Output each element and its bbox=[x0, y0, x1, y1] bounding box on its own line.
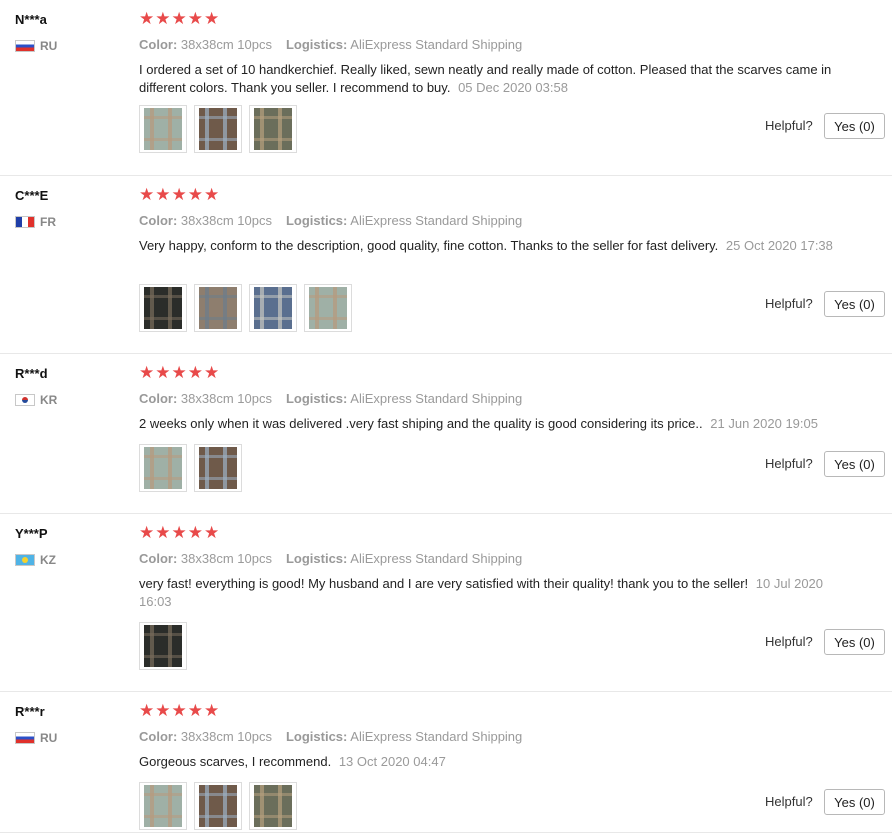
helpful-label: Helpful? bbox=[765, 794, 813, 809]
fr-flag-icon bbox=[15, 216, 35, 228]
product-attributes: Color: 38x38cm 10pcs Logistics: AliExpres… bbox=[139, 551, 522, 566]
country-code: KR bbox=[40, 393, 58, 407]
review-date: 05 Dec 2020 03:58 bbox=[458, 80, 568, 95]
color-value: 38x38cm 10pcs bbox=[180, 551, 272, 566]
review-text: I ordered a set of 10 handkerchief. Real… bbox=[139, 61, 859, 97]
review-date: 13 Oct 2020 04:47 bbox=[338, 754, 446, 769]
review-item: N***a RU ★★★★★ Color: 38x38cm 10pcs Logistic… bbox=[0, 0, 892, 176]
reviewer-country: KR bbox=[15, 393, 57, 407]
product-attributes: Color: 38x38cm 10pcs Logistics: AliExpres… bbox=[139, 729, 522, 744]
ru-flag-icon bbox=[15, 732, 35, 744]
review-photos bbox=[139, 782, 304, 830]
kz-flag-icon bbox=[15, 554, 35, 566]
color-value: 38x38cm 10pcs bbox=[180, 391, 272, 406]
review-photo-thumbnail[interactable] bbox=[139, 284, 187, 332]
color-label: Color: bbox=[139, 391, 178, 406]
helpful-yes-button[interactable]: Yes (0) bbox=[824, 113, 885, 139]
review-photo-thumbnail[interactable] bbox=[249, 782, 297, 830]
color-label: Color: bbox=[139, 729, 178, 744]
reviewer-name: R***r bbox=[15, 704, 45, 719]
review-photo-thumbnail[interactable] bbox=[139, 105, 187, 153]
review-text: Very happy, conform to the description, … bbox=[139, 237, 859, 255]
color-label: Color: bbox=[139, 551, 178, 566]
review-item: R***d KR ★★★★★ Color: 38x38cm 10pcs Logistic… bbox=[0, 354, 892, 514]
country-code: KZ bbox=[40, 553, 56, 567]
helpful-label: Helpful? bbox=[765, 634, 813, 649]
logistics-label: Logistics: bbox=[285, 37, 348, 52]
review-body: very fast! everything is good! My husban… bbox=[139, 576, 749, 591]
logistics-value: AliExpress Standard Shipping bbox=[350, 213, 523, 228]
star-rating: ★★★★★ bbox=[139, 185, 221, 204]
color-label: Color: bbox=[139, 37, 178, 52]
reviewer-country: KZ bbox=[15, 553, 56, 567]
review-text: 2 weeks only when it was delivered .very… bbox=[139, 415, 859, 433]
logistics-value: AliExpress Standard Shipping bbox=[350, 551, 523, 566]
review-photo-thumbnail[interactable] bbox=[139, 782, 187, 830]
reviewer-country: FR bbox=[15, 215, 56, 229]
product-attributes: Color: 38x38cm 10pcs Logistics: AliExpres… bbox=[139, 37, 522, 52]
review-body: Very happy, conform to the description, … bbox=[139, 238, 719, 253]
review-photos bbox=[139, 284, 359, 332]
country-code: FR bbox=[40, 215, 56, 229]
color-label: Color: bbox=[139, 213, 178, 228]
product-attributes: Color: 38x38cm 10pcs Logistics: AliExpres… bbox=[139, 213, 522, 228]
review-body: Gorgeous scarves, I recommend. bbox=[139, 754, 332, 769]
color-value: 38x38cm 10pcs bbox=[180, 37, 272, 52]
reviewer-name: N***a bbox=[15, 12, 47, 27]
country-code: RU bbox=[40, 731, 58, 745]
review-photos bbox=[139, 444, 249, 492]
review-photo-thumbnail[interactable] bbox=[139, 444, 187, 492]
review-photo-thumbnail[interactable] bbox=[194, 284, 242, 332]
reviewer-name: Y***P bbox=[15, 526, 48, 541]
logistics-value: AliExpress Standard Shipping bbox=[350, 391, 523, 406]
reviewer-name: C***E bbox=[15, 188, 49, 203]
logistics-label: Logistics: bbox=[285, 729, 348, 744]
logistics-label: Logistics: bbox=[285, 213, 348, 228]
review-photo-thumbnail[interactable] bbox=[194, 782, 242, 830]
review-date: 25 Oct 2020 17:38 bbox=[725, 238, 833, 253]
review-item: R***r RU ★★★★★ Color: 38x38cm 10pcs Logistic… bbox=[0, 692, 892, 833]
helpful-yes-button[interactable]: Yes (0) bbox=[824, 789, 885, 815]
logistics-label: Logistics: bbox=[285, 391, 348, 406]
review-photos bbox=[139, 105, 304, 153]
review-body: 2 weeks only when it was delivered .very… bbox=[139, 416, 703, 431]
country-code: RU bbox=[40, 39, 58, 53]
helpful-yes-button[interactable]: Yes (0) bbox=[824, 291, 885, 317]
review-text: Gorgeous scarves, I recommend. 13 Oct 20… bbox=[139, 753, 859, 771]
review-item: Y***P KZ ★★★★★ Color: 38x38cm 10pcs Logistic… bbox=[0, 514, 892, 692]
logistics-label: Logistics: bbox=[285, 551, 348, 566]
star-rating: ★★★★★ bbox=[139, 701, 221, 720]
helpful-label: Helpful? bbox=[765, 296, 813, 311]
reviewer-country: RU bbox=[15, 39, 57, 53]
kr-flag-icon bbox=[15, 394, 35, 406]
ru-flag-icon bbox=[15, 40, 35, 52]
color-value: 38x38cm 10pcs bbox=[180, 729, 272, 744]
star-rating: ★★★★★ bbox=[139, 9, 221, 28]
helpful-yes-button[interactable]: Yes (0) bbox=[824, 629, 885, 655]
product-attributes: Color: 38x38cm 10pcs Logistics: AliExpres… bbox=[139, 391, 522, 406]
reviewer-name: R***d bbox=[15, 366, 48, 381]
star-rating: ★★★★★ bbox=[139, 363, 221, 382]
color-value: 38x38cm 10pcs bbox=[180, 213, 272, 228]
helpful-label: Helpful? bbox=[765, 118, 813, 133]
review-photo-thumbnail[interactable] bbox=[249, 105, 297, 153]
helpful-yes-button[interactable]: Yes (0) bbox=[824, 451, 885, 477]
star-rating: ★★★★★ bbox=[139, 523, 221, 542]
helpful-label: Helpful? bbox=[765, 456, 813, 471]
review-photo-thumbnail[interactable] bbox=[194, 105, 242, 153]
reviewer-country: RU bbox=[15, 731, 57, 745]
review-photo-thumbnail[interactable] bbox=[249, 284, 297, 332]
review-photos bbox=[139, 622, 194, 670]
review-photo-thumbnail[interactable] bbox=[304, 284, 352, 332]
review-photo-thumbnail[interactable] bbox=[194, 444, 242, 492]
review-photo-thumbnail[interactable] bbox=[139, 622, 187, 670]
review-date: 21 Jun 2020 19:05 bbox=[710, 416, 818, 431]
logistics-value: AliExpress Standard Shipping bbox=[350, 37, 523, 52]
review-text: very fast! everything is good! My husban… bbox=[139, 575, 859, 611]
logistics-value: AliExpress Standard Shipping bbox=[350, 729, 523, 744]
review-item: C***E FR ★★★★★ Color: 38x38cm 10pcs Logistic… bbox=[0, 176, 892, 354]
